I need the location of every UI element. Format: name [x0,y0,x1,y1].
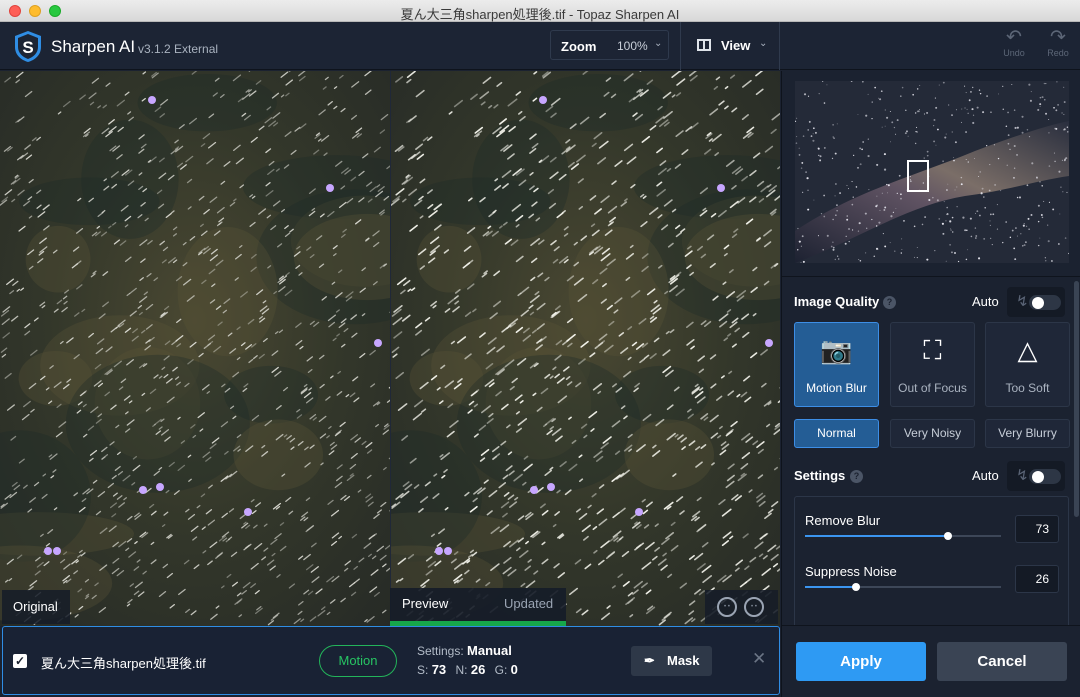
suppress-noise-label: Suppress Noise [805,564,897,579]
level-very-blurry-button[interactable]: Very Blurry [985,419,1070,448]
preview-label: Preview [402,596,449,611]
chevron-down-icon: ⌄ [654,38,663,49]
svg-text:S: S [22,38,33,57]
undo-button[interactable]: ↶ Undo [999,27,1029,59]
view-dropdown[interactable]: View ⌄ [680,22,780,70]
original-image-viewport[interactable] [0,71,390,626]
suppress-noise-slider[interactable] [805,583,1001,591]
mode-motion-blur[interactable]: 📷 Motion Blur [794,322,879,407]
brush-icon: ✒ [644,653,655,668]
settings-label: Settings [794,468,846,483]
original-label: Original [13,599,58,614]
file-checkbox[interactable]: ✓ [13,654,27,668]
mode-too-soft[interactable]: △ Too Soft [985,322,1070,407]
redo-label: Redo [1047,48,1069,58]
toggle-knob [1032,471,1044,483]
updated-label: Updated [504,596,554,611]
s-value: 73 [431,662,447,677]
file-name: 夏ん大三角sharpen処理後.tif [41,656,206,671]
window-title: 夏ん大三角sharpen処理後.tif - Topaz Sharpen AI [400,7,680,22]
toggle-knob [1032,297,1044,309]
slider-fill [805,586,856,588]
navigator-viewport-rect[interactable] [907,160,929,192]
lightning-icon: ↯ [1016,293,1029,310]
suppress-noise-value[interactable]: 26 [1015,565,1059,593]
level-very-noisy-button[interactable]: Very Noisy [890,419,975,448]
s-label: S: [417,663,429,677]
settings-summary: Settings: Manual [417,643,512,658]
right-settings-panel: Image Quality ? Auto ↯ 📷 Motion Blur ⛶ O… [781,71,1080,697]
settings-auto-toggle[interactable]: ↯ [1007,461,1065,491]
remove-blur-value[interactable]: 73 [1015,515,1059,543]
view-label: View [721,38,751,53]
help-icon[interactable]: ? [850,470,863,483]
panel-divider [782,276,1080,277]
mode-label: Too Soft [1005,381,1050,395]
split-view-icon [697,39,711,51]
remove-blur-slider[interactable] [805,532,1001,540]
remove-file-close-icon[interactable]: ✕ [752,649,766,669]
preview-status-bar: Preview Updated [390,588,566,626]
settings-value: Manual [467,643,512,658]
level-normal-button[interactable]: Normal [794,419,879,448]
file-row[interactable]: ✓ 夏ん大三角sharpen処理後.tif Motion Settings: M… [2,626,780,695]
redo-icon: ↷ [1050,27,1066,48]
mask-button[interactable]: ✒ Mask [631,646,712,676]
n-value: 26 [470,662,486,677]
navigator-milky-way-image [795,81,1069,263]
app-name: Sharpen AI [51,37,136,56]
preview-starfield-image [391,71,780,626]
app-window: 夏ん大三角sharpen処理後.tif - Topaz Sharpen AI S… [0,0,1080,697]
slider-fill [805,535,949,537]
remove-blur-label: Remove Blur [805,513,881,528]
original-label-badge: Original [2,590,70,624]
slider-knob[interactable] [851,583,860,591]
undo-label: Undo [1003,48,1025,58]
app-version: v3.1.2 External [138,42,219,56]
slider-knob[interactable] [944,532,953,540]
zoom-label: Zoom [561,39,597,54]
undo-icon: ↶ [1006,27,1022,48]
topaz-shield-logo-icon: S [15,31,41,62]
motion-camera-icon: 📷 [820,335,853,365]
top-toolbar: S Sharpen AI v3.1.2 External Zoom 100% ⌄… [0,22,1080,70]
focus-person-icon: ⛶ [923,335,942,365]
mask-label: Mask [667,653,700,668]
n-label: N: [455,663,468,677]
title-bar: 夏ん大三角sharpen処理後.tif - Topaz Sharpen AI [0,0,1080,22]
mode-label: Out of Focus [898,381,967,395]
navigator-thumbnail[interactable] [795,81,1069,263]
g-label: G: [494,663,508,677]
g-value: 0 [510,662,518,677]
image-quality-auto-label: Auto [972,294,999,309]
lightning-icon: ↯ [1016,467,1029,484]
redo-button[interactable]: ↷ Redo [1043,27,1073,59]
zoom-value: 100% [617,39,648,53]
soft-triangle-icon: △ [1017,335,1038,365]
motion-mode-pill: Motion [319,645,397,677]
cancel-button[interactable]: Cancel [937,642,1067,681]
zoom-dropdown[interactable]: Zoom 100% ⌄ [550,30,669,60]
original-starfield-image [0,71,390,626]
feedback-box: ‧‧ ‧‧ [705,590,778,624]
chevron-down-icon: ⌄ [759,38,768,49]
neutral-face-icon[interactable]: ‧‧ [744,597,764,617]
mode-out-of-focus[interactable]: ⛶ Out of Focus [890,322,975,407]
apply-button[interactable]: Apply [796,642,926,681]
action-bar: Apply Cancel [782,625,1080,697]
panel-scrollbar[interactable] [1074,281,1079,517]
help-icon[interactable]: ? [883,296,896,309]
settings-prefix: Settings: [417,644,464,658]
smile-face-icon[interactable]: ‧‧ [717,597,737,617]
preview-image-viewport[interactable] [390,71,780,626]
settings-auto-label: Auto [972,468,999,483]
sng-values: S: 73 N: 26 G: 0 [417,662,524,677]
mode-label: Motion Blur [806,381,867,395]
image-quality-auto-toggle[interactable]: ↯ [1007,287,1065,317]
image-quality-label: Image Quality [794,294,880,309]
